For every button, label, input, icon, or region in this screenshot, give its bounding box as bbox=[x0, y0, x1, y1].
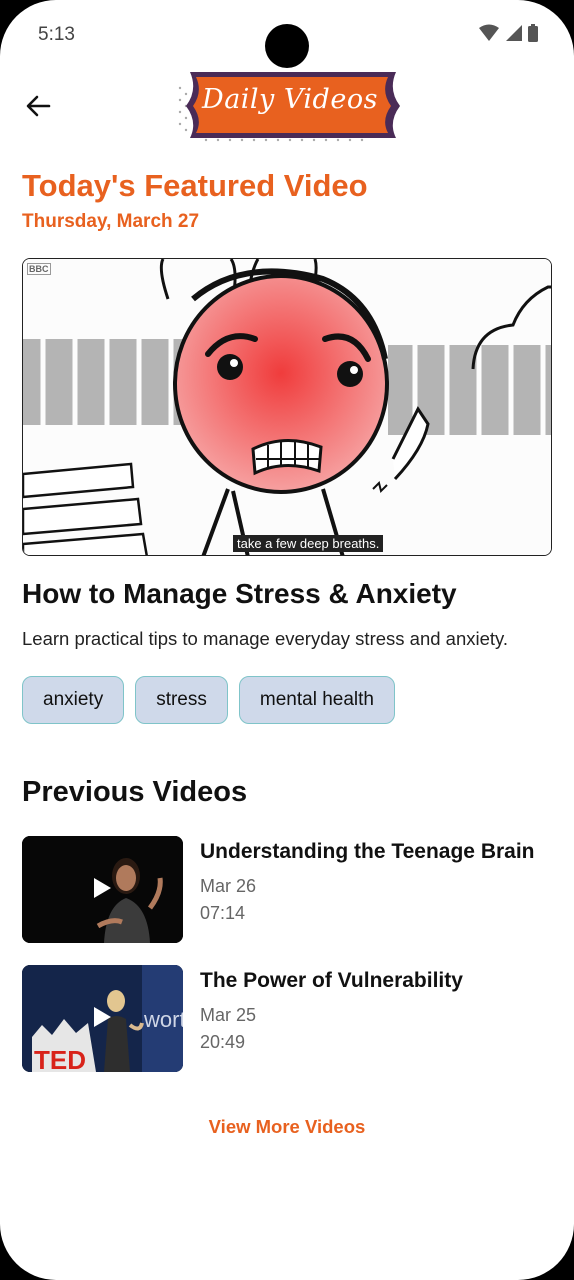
tag-stress[interactable]: stress bbox=[135, 676, 228, 724]
featured-video-title: How to Manage Stress & Anxiety bbox=[22, 578, 457, 609]
list-item[interactable]: Understanding the Teenage Brain Mar 26 0… bbox=[22, 836, 552, 944]
list-item[interactable]: worth TED The Power of Vulnerability Mar… bbox=[22, 965, 552, 1073]
video-date: Mar 25 bbox=[200, 1005, 257, 1025]
app-logo: Daily Videos bbox=[176, 70, 404, 144]
camera-cutout bbox=[265, 24, 309, 68]
battery-icon bbox=[528, 24, 538, 42]
view-more-videos-link[interactable]: View More Videos bbox=[0, 1116, 574, 1138]
bbc-logo: BBC bbox=[27, 263, 51, 275]
previous-videos-heading: Previous Videos bbox=[22, 776, 248, 808]
video-title[interactable]: The Power of Vulnerability bbox=[200, 969, 463, 993]
svg-text:worth: worth bbox=[143, 1007, 183, 1032]
video-thumbnail[interactable]: worth TED bbox=[22, 965, 183, 1072]
status-time: 5:13 bbox=[38, 24, 75, 45]
video-duration: 20:49 bbox=[200, 1032, 246, 1052]
svg-text:TED: TED bbox=[34, 1045, 86, 1072]
video-title[interactable]: Understanding the Teenage Brain bbox=[200, 840, 535, 864]
video-caption: take a few deep breaths. bbox=[233, 535, 384, 552]
back-arrow-icon[interactable] bbox=[24, 92, 52, 120]
tag-anxiety[interactable]: anxiety bbox=[22, 676, 125, 724]
featured-date: Thursday, March 27 bbox=[22, 211, 200, 232]
featured-video-player[interactable]: BBC take a few deep breaths. bbox=[22, 258, 552, 556]
logo-text: Daily Videos bbox=[202, 84, 378, 115]
video-thumbnail[interactable] bbox=[22, 836, 183, 943]
tag-list: anxiety stress mental health bbox=[22, 676, 395, 724]
featured-section-title: Today's Featured Video bbox=[22, 168, 368, 203]
signal-icon bbox=[506, 25, 522, 41]
app-screen: 5:13 Daily Videos Today's Featured Video… bbox=[0, 0, 574, 1280]
play-icon bbox=[94, 1007, 111, 1027]
wifi-icon bbox=[479, 24, 499, 41]
status-icons bbox=[479, 24, 538, 42]
video-date: Mar 26 bbox=[200, 876, 257, 896]
play-icon bbox=[94, 878, 111, 898]
video-frame bbox=[23, 259, 551, 555]
video-duration: 07:14 bbox=[200, 903, 246, 923]
featured-video-description: Learn practical tips to manage everyday … bbox=[22, 628, 509, 649]
tag-mental-health[interactable]: mental health bbox=[238, 676, 395, 724]
